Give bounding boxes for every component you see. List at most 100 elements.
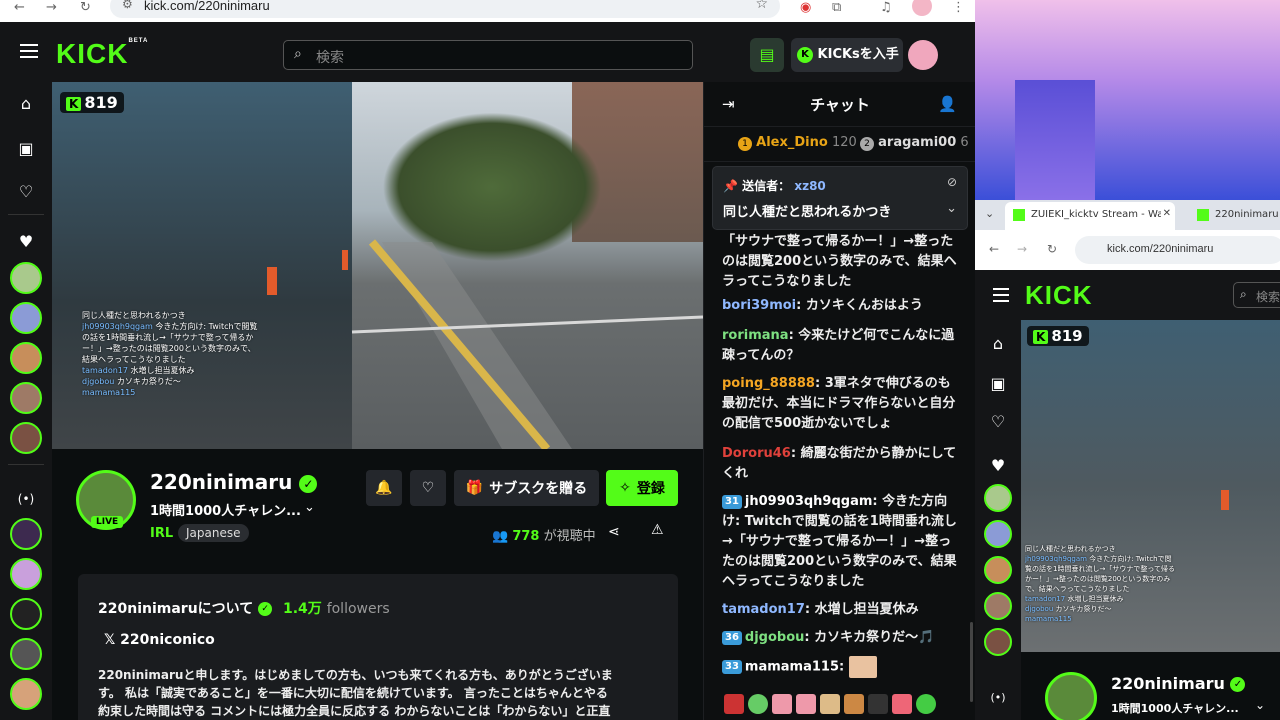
get-kicks-button[interactable]: K KICKsを入手 bbox=[791, 38, 903, 72]
emote-icon[interactable] bbox=[748, 694, 768, 714]
followed-channel-avatar[interactable] bbox=[10, 342, 42, 374]
followed-channel-avatar[interactable] bbox=[984, 484, 1012, 512]
forward-icon[interactable]: → bbox=[46, 0, 57, 15]
followed-channel-avatar[interactable] bbox=[984, 520, 1012, 548]
followed-channel-avatar[interactable] bbox=[10, 302, 42, 334]
search-input[interactable]: ⌕ 検索 bbox=[1233, 282, 1280, 308]
followed-channel-avatar[interactable] bbox=[984, 592, 1012, 620]
kick-logo[interactable]: KICK bbox=[1025, 280, 1093, 311]
second-address-bar[interactable]: kick.com/220ninimaru bbox=[1075, 236, 1280, 264]
home-icon[interactable]: ⌂ bbox=[986, 332, 1010, 356]
rank-badge: 1 bbox=[738, 137, 752, 151]
recommended-channel-avatar[interactable] bbox=[10, 518, 42, 550]
live-broadcast-icon: (•) bbox=[17, 492, 35, 506]
emote-icon[interactable] bbox=[868, 694, 888, 714]
tab-list-icon[interactable]: ⌄ bbox=[985, 207, 994, 220]
site-info-icon[interactable]: ⚙ bbox=[122, 0, 133, 11]
chat-username[interactable]: poing_88888 bbox=[722, 376, 815, 391]
report-warning-icon[interactable]: ⚠ bbox=[651, 522, 664, 538]
subscribe-label: 登録 bbox=[636, 481, 665, 497]
channel-avatar[interactable] bbox=[1045, 672, 1097, 720]
emote-icon[interactable] bbox=[820, 694, 840, 714]
chat-username[interactable]: bori39moi bbox=[722, 298, 796, 313]
chat-username[interactable]: mamama115 bbox=[745, 660, 839, 675]
pinned-message[interactable]: 📌 送信者： xz80 同じ人種だと思われるかつき ⊘ ⌄ bbox=[712, 166, 968, 230]
tab-zuieki[interactable]: ZUIEKI_kicktv Stream - Watc ✕ bbox=[1005, 202, 1175, 230]
x-social-link[interactable]: 𝕏 220niconico bbox=[104, 632, 215, 648]
leaderboard-item[interactable]: 2 aragami00 6 bbox=[860, 135, 969, 151]
menu-icon[interactable] bbox=[993, 288, 1009, 302]
chat-username[interactable]: tamadon17 bbox=[722, 602, 805, 617]
close-tab-icon[interactable]: ✕ bbox=[1163, 208, 1171, 219]
forward-icon[interactable]: → bbox=[1017, 242, 1027, 256]
recommended-channel-avatar[interactable] bbox=[10, 678, 42, 710]
search-input[interactable]: ⌕ 検索 bbox=[283, 40, 693, 70]
back-icon[interactable]: ← bbox=[989, 242, 999, 256]
sub-badge: 31 bbox=[722, 494, 742, 509]
recommended-channel-avatar[interactable] bbox=[10, 558, 42, 590]
channel-name-row: 220ninimaru ✓ bbox=[150, 470, 318, 494]
followed-channel-avatar[interactable] bbox=[10, 382, 42, 414]
followed-channel-avatar[interactable] bbox=[10, 422, 42, 454]
bio-line: す。 私は「誠実であること」を一番に大切に配信を続けています。 言ったことはちゃ… bbox=[98, 686, 608, 700]
subscribe-button[interactable]: ✧ 登録 bbox=[606, 470, 678, 506]
emote-icon[interactable] bbox=[796, 694, 816, 714]
profile-avatar[interactable] bbox=[912, 0, 932, 16]
followed-channel-avatar[interactable] bbox=[10, 262, 42, 294]
follow-heart-button[interactable]: ♡ bbox=[410, 470, 446, 506]
browse-icon[interactable]: ▣ bbox=[14, 137, 38, 161]
following-heart-icon[interactable]: ♡ bbox=[14, 180, 38, 204]
sparkle-icon: ✧ bbox=[619, 480, 631, 496]
bookmark-star-icon[interactable]: ☆ bbox=[755, 0, 768, 12]
followed-channel-avatar[interactable] bbox=[984, 556, 1012, 584]
overlay-chat: 同じ人種だと思われるかつき jh09903qh9qgam 今きた方向け: Twi… bbox=[82, 310, 262, 398]
second-video-player[interactable]: K 819 同じ人種だと思われるかつき jh09903qh9qgam 今きた方向け… bbox=[1021, 320, 1280, 652]
recommended-channel-avatar[interactable] bbox=[10, 638, 42, 670]
address-bar[interactable]: ⚙ kick.com/220ninimaru ☆ bbox=[110, 0, 780, 18]
chevron-down-icon[interactable]: ⌄ bbox=[946, 201, 957, 216]
video-player[interactable]: K 819 同じ人種だと思われるかつき jh09903qh9qgam 今きた方向け… bbox=[52, 82, 703, 449]
browser-menu-icon[interactable]: ⋮ bbox=[952, 0, 965, 15]
category-link[interactable]: IRL bbox=[150, 526, 173, 541]
kick-logo[interactable]: KICKBETA bbox=[56, 38, 148, 70]
chat-users-icon[interactable]: 👤 bbox=[938, 95, 957, 113]
hide-pinned-icon[interactable]: ⊘ bbox=[947, 175, 957, 189]
channel-name[interactable]: 220ninimaru bbox=[150, 470, 292, 494]
emote-icon[interactable] bbox=[772, 694, 792, 714]
extensions-icon[interactable]: ⧉ bbox=[832, 0, 841, 15]
home-icon[interactable]: ⌂ bbox=[14, 92, 38, 116]
channel-name[interactable]: 220ninimaru bbox=[1111, 674, 1225, 693]
emote-icon[interactable] bbox=[724, 694, 744, 714]
media-control-icon[interactable]: ♫ bbox=[880, 0, 892, 15]
gift-sub-button[interactable]: 🎁 サブスクを贈る bbox=[454, 470, 599, 506]
record-extension-icon[interactable]: ◉ bbox=[800, 0, 811, 15]
followed-channel-avatar[interactable] bbox=[984, 628, 1012, 656]
leaderboard-item[interactable]: 1 Alex_Dino 120 bbox=[738, 135, 857, 151]
chat-username[interactable]: djgobou bbox=[745, 630, 805, 645]
emote-icon[interactable] bbox=[844, 694, 864, 714]
menu-icon[interactable] bbox=[20, 44, 38, 58]
chat-username[interactable]: Dororu46 bbox=[722, 446, 791, 461]
overlay-chat-line: 同じ人種だと思われるかつき bbox=[1025, 545, 1116, 553]
back-icon[interactable]: ← bbox=[14, 0, 25, 15]
chat-username[interactable]: jh09903qh9qgam bbox=[745, 494, 872, 509]
browse-icon[interactable]: ▣ bbox=[986, 372, 1010, 396]
language-tag[interactable]: Japanese bbox=[178, 524, 249, 542]
user-avatar[interactable] bbox=[908, 40, 938, 70]
following-heart-icon[interactable]: ♡ bbox=[986, 410, 1010, 434]
notification-bell-button[interactable]: 🔔 bbox=[366, 470, 402, 506]
tab-220ninimaru[interactable]: 220ninimaru S bbox=[1189, 202, 1280, 230]
tab-title: ZUIEKI_kicktv Stream - Watc bbox=[1031, 209, 1161, 220]
chevron-down-icon[interactable]: ⌄ bbox=[1255, 698, 1265, 712]
reload-icon[interactable]: ↻ bbox=[80, 0, 91, 15]
rewards-icon[interactable]: ▤ bbox=[750, 38, 784, 72]
reload-icon[interactable]: ↻ bbox=[1047, 242, 1057, 256]
emote-icon[interactable] bbox=[892, 694, 912, 714]
share-icon[interactable]: ⋖ bbox=[608, 524, 620, 540]
recommended-channel-avatar[interactable] bbox=[10, 598, 42, 630]
chat-scrollbar[interactable] bbox=[970, 622, 973, 702]
emote-icon[interactable] bbox=[916, 694, 936, 714]
chat-username[interactable]: rorimana bbox=[722, 328, 789, 343]
viewer-stats: 👥 778 が視聴中 bbox=[492, 525, 596, 544]
chevron-down-icon[interactable]: ⌄ bbox=[304, 500, 315, 515]
